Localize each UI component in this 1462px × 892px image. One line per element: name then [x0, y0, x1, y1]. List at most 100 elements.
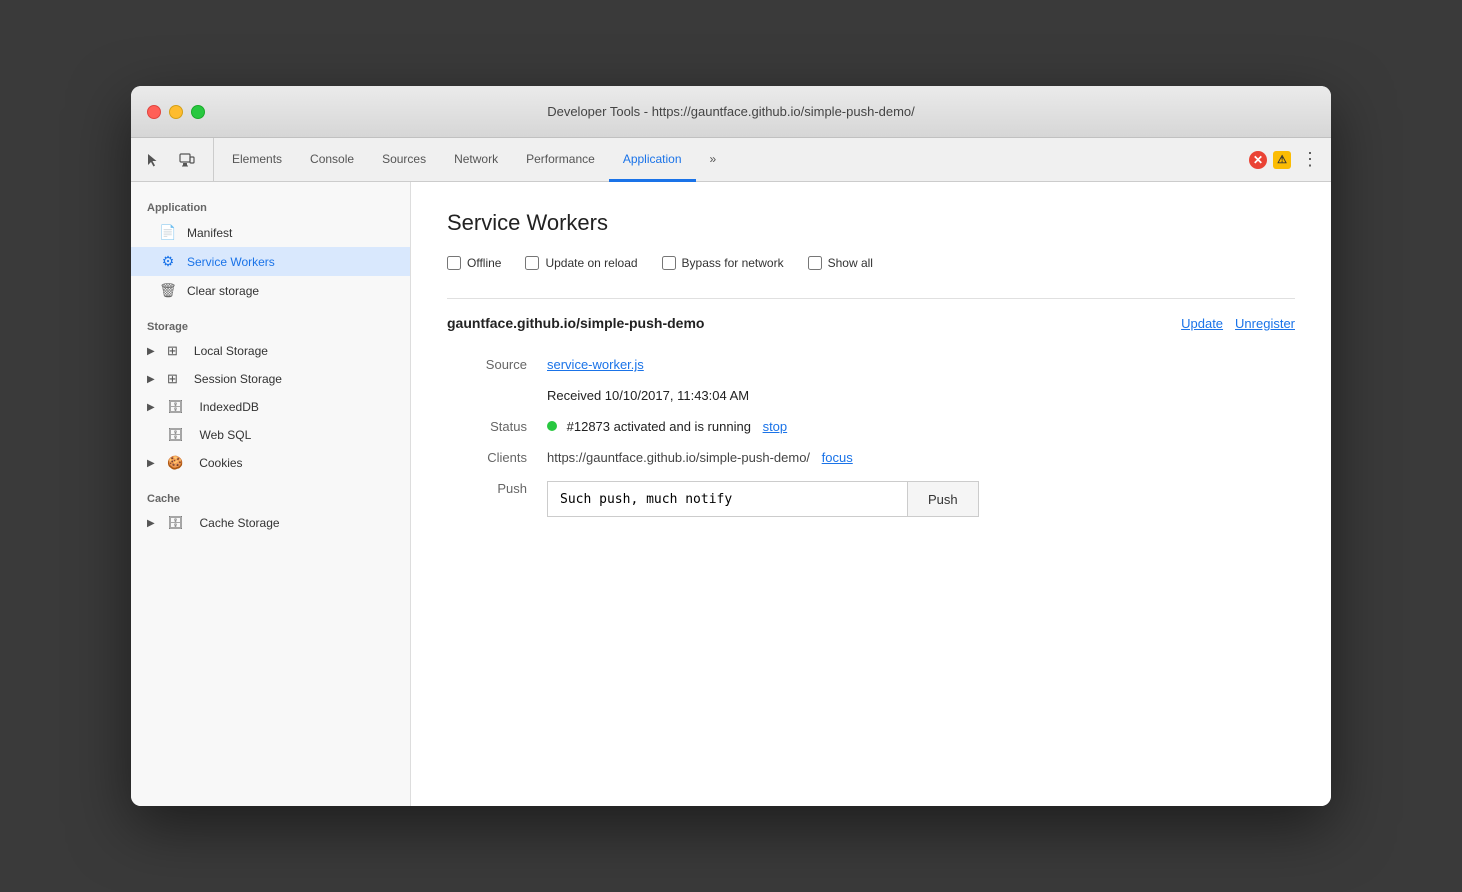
- update-on-reload-label: Update on reload: [545, 256, 637, 270]
- push-value: Push: [547, 473, 1295, 525]
- push-input[interactable]: [547, 481, 907, 517]
- close-button[interactable]: [147, 105, 161, 119]
- sidebar-item-session-storage[interactable]: ▶ ⊞ Session Storage: [131, 365, 410, 393]
- tab-console[interactable]: Console: [296, 139, 368, 182]
- toolbar-right: ✕ ⚠ ⋮: [1249, 138, 1323, 181]
- stop-link[interactable]: stop: [763, 419, 788, 434]
- title-bar: Developer Tools - https://gauntface.gith…: [131, 86, 1331, 138]
- push-button[interactable]: Push: [907, 481, 979, 517]
- checkboxes-row: Offline Update on reload Bypass for netw…: [447, 256, 1295, 270]
- show-all-checkbox[interactable]: [808, 256, 822, 270]
- error-icon[interactable]: ✕: [1249, 151, 1267, 169]
- source-label: Source: [447, 349, 547, 380]
- status-value: #12873 activated and is running stop: [547, 411, 1295, 442]
- clients-url: https://gauntface.github.io/simple-push-…: [547, 450, 810, 465]
- toolbar-icons: [139, 138, 214, 181]
- sw-domain-row: gauntface.github.io/simple-push-demo Upd…: [447, 315, 1295, 331]
- checkbox-offline[interactable]: Offline: [447, 256, 501, 270]
- source-link[interactable]: service-worker.js: [547, 357, 644, 372]
- web-sql-icon: 🗄: [167, 427, 184, 443]
- divider: [447, 298, 1295, 299]
- bypass-for-network-checkbox[interactable]: [662, 256, 676, 270]
- checkbox-update-on-reload[interactable]: Update on reload: [525, 256, 637, 270]
- manifest-icon: 📄: [159, 224, 177, 241]
- minimize-button[interactable]: [169, 105, 183, 119]
- sidebar-item-web-sql[interactable]: ▶ 🗄 Web SQL: [131, 421, 410, 449]
- panel-title: Service Workers: [447, 210, 1295, 236]
- offline-checkbox[interactable]: [447, 256, 461, 270]
- unregister-link[interactable]: Unregister: [1235, 316, 1295, 331]
- tab-performance[interactable]: Performance: [512, 139, 609, 182]
- bypass-for-network-label: Bypass for network: [682, 256, 784, 270]
- local-storage-arrow: ▶: [147, 346, 157, 357]
- received-label: [447, 380, 547, 396]
- sw-domain: gauntface.github.io/simple-push-demo: [447, 315, 704, 331]
- clear-storage-icon: 🗑: [159, 282, 177, 299]
- sidebar: Application 📄 Manifest ⚙ Service Workers…: [131, 182, 411, 806]
- local-storage-grid-icon: ⊞: [167, 343, 178, 359]
- status-text: #12873 activated and is running: [567, 419, 751, 434]
- sidebar-item-cache-storage-label: Cache Storage: [200, 516, 280, 530]
- push-row: Push: [547, 481, 1295, 517]
- sidebar-item-service-workers[interactable]: ⚙ Service Workers: [131, 247, 410, 276]
- tab-more[interactable]: »: [696, 139, 731, 182]
- kebab-menu[interactable]: ⋮: [1297, 149, 1323, 170]
- cookies-icon: 🍪: [167, 455, 183, 471]
- push-label: Push: [447, 473, 547, 504]
- clients-value: https://gauntface.github.io/simple-push-…: [547, 442, 1295, 473]
- sidebar-item-session-storage-label: Session Storage: [194, 372, 282, 386]
- sidebar-item-clear-storage-label: Clear storage: [187, 284, 259, 298]
- tab-application[interactable]: Application: [609, 139, 696, 182]
- traffic-lights: [147, 105, 205, 119]
- sidebar-item-local-storage-label: Local Storage: [194, 344, 268, 358]
- sidebar-item-cache-storage[interactable]: ▶ 🗄 Cache Storage: [131, 509, 410, 537]
- devtools-window: Developer Tools - https://gauntface.gith…: [131, 86, 1331, 806]
- received-value: Received 10/10/2017, 11:43:04 AM: [547, 380, 1295, 411]
- sw-entry: gauntface.github.io/simple-push-demo Upd…: [447, 315, 1295, 525]
- checkbox-show-all[interactable]: Show all: [808, 256, 873, 270]
- tab-sources[interactable]: Sources: [368, 139, 440, 182]
- cookies-arrow: ▶: [147, 458, 157, 469]
- indexeddb-icon: 🗄: [167, 399, 184, 415]
- application-section-label: Application: [131, 194, 410, 218]
- sidebar-item-local-storage[interactable]: ▶ ⊞ Local Storage: [131, 337, 410, 365]
- tab-network[interactable]: Network: [440, 139, 512, 182]
- sidebar-item-indexeddb[interactable]: ▶ 🗄 IndexedDB: [131, 393, 410, 421]
- source-value: service-worker.js: [547, 349, 1295, 380]
- sw-actions: Update Unregister: [1181, 316, 1295, 331]
- status-label: Status: [447, 411, 547, 442]
- offline-label: Offline: [467, 256, 501, 270]
- sidebar-item-web-sql-label: Web SQL: [200, 428, 252, 442]
- show-all-label: Show all: [828, 256, 873, 270]
- sidebar-item-cookies-label: Cookies: [199, 456, 242, 470]
- cache-storage-arrow: ▶: [147, 518, 157, 529]
- indexeddb-arrow: ▶: [147, 402, 157, 413]
- window-title: Developer Tools - https://gauntface.gith…: [147, 104, 1315, 119]
- service-workers-icon: ⚙: [159, 253, 177, 270]
- toolbar: Elements Console Sources Network Perform…: [131, 138, 1331, 182]
- device-icon[interactable]: [173, 146, 201, 174]
- maximize-button[interactable]: [191, 105, 205, 119]
- cache-section-label: Cache: [131, 485, 410, 509]
- cursor-icon[interactable]: [139, 146, 167, 174]
- session-storage-arrow: ▶: [147, 374, 157, 385]
- main-panel: Service Workers Offline Update on reload…: [411, 182, 1331, 806]
- update-link[interactable]: Update: [1181, 316, 1223, 331]
- sw-info-grid: Source service-worker.js Received 10/10/…: [447, 349, 1295, 525]
- warning-icon[interactable]: ⚠: [1273, 151, 1291, 169]
- sidebar-item-clear-storage[interactable]: 🗑 Clear storage: [131, 276, 410, 305]
- sidebar-item-manifest[interactable]: 📄 Manifest: [131, 218, 410, 247]
- focus-link[interactable]: focus: [822, 450, 853, 465]
- sidebar-item-manifest-label: Manifest: [187, 226, 232, 240]
- sidebar-item-indexeddb-label: IndexedDB: [200, 400, 259, 414]
- main-content: Application 📄 Manifest ⚙ Service Workers…: [131, 182, 1331, 806]
- sidebar-item-cookies[interactable]: ▶ 🍪 Cookies: [131, 449, 410, 477]
- sidebar-item-service-workers-label: Service Workers: [187, 255, 275, 269]
- clients-label: Clients: [447, 442, 547, 473]
- checkbox-bypass-for-network[interactable]: Bypass for network: [662, 256, 784, 270]
- update-on-reload-checkbox[interactable]: [525, 256, 539, 270]
- tab-elements[interactable]: Elements: [218, 139, 296, 182]
- cache-storage-icon: 🗄: [167, 515, 184, 531]
- storage-section-label: Storage: [131, 313, 410, 337]
- toolbar-tabs: Elements Console Sources Network Perform…: [218, 138, 730, 181]
